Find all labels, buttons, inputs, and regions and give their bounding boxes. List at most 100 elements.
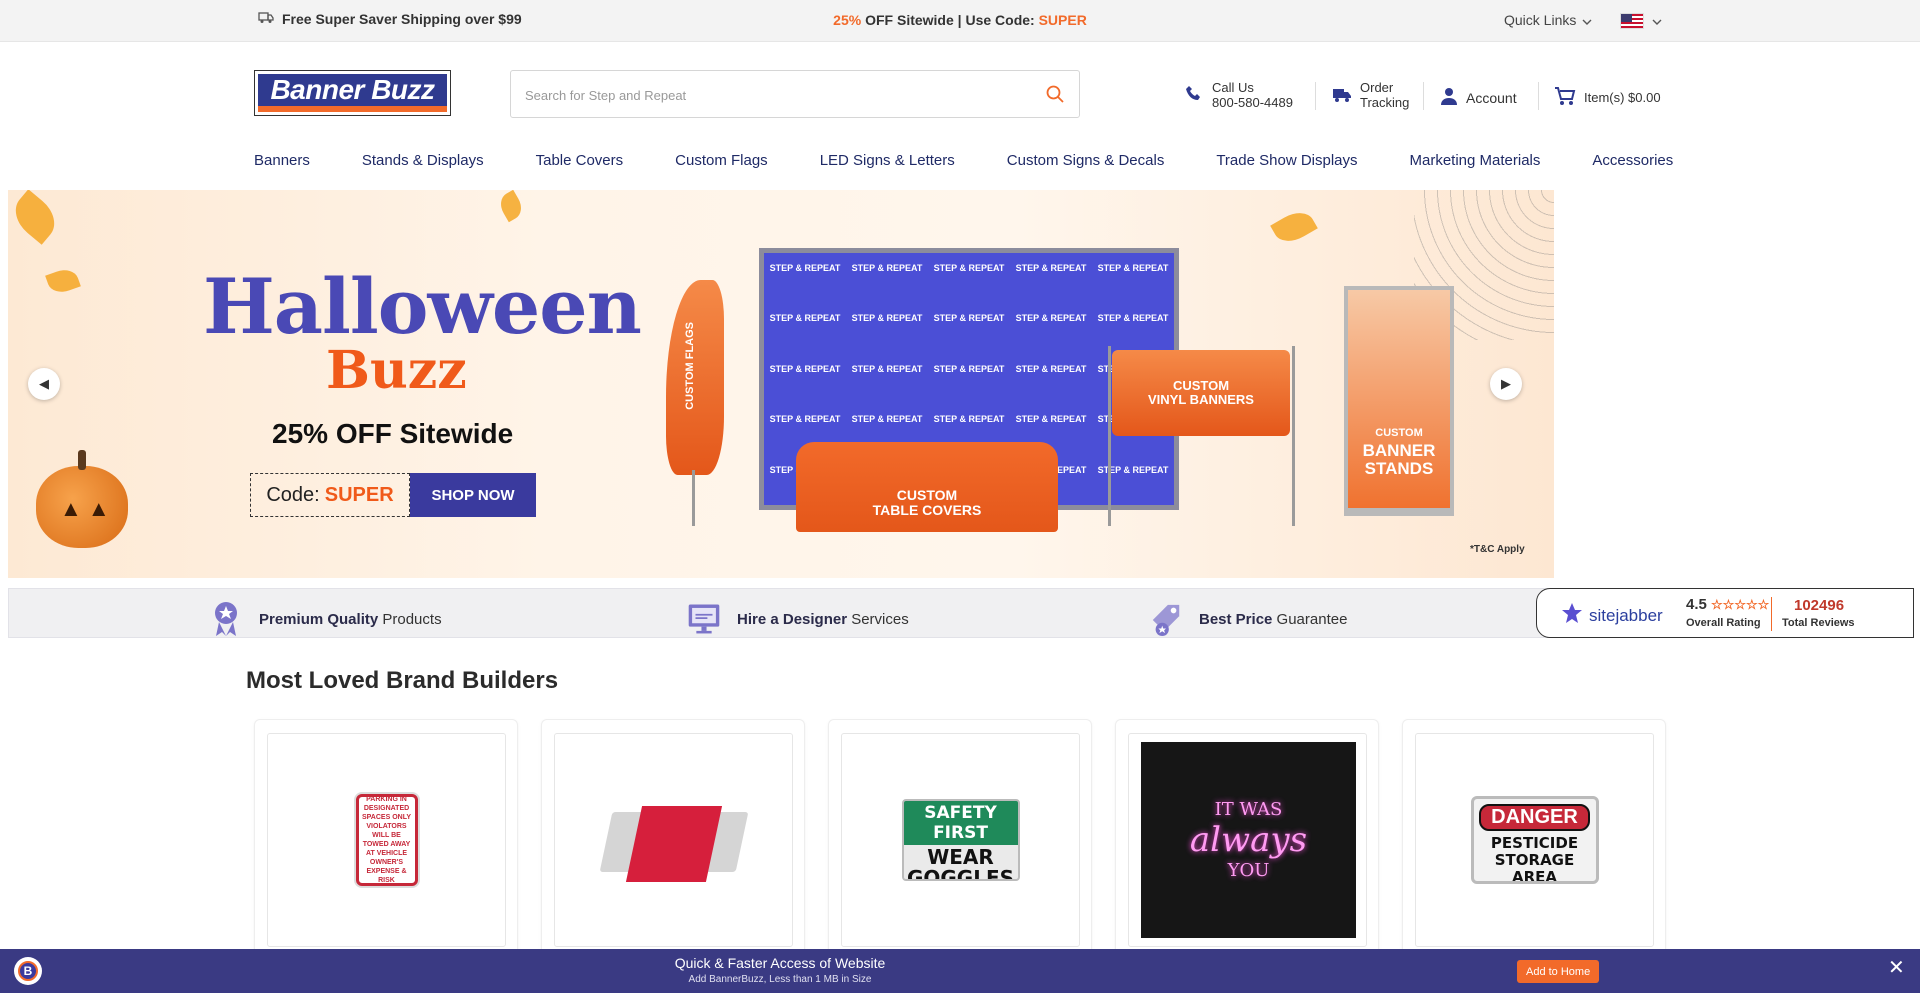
product-card[interactable]: PARKING IN DESIGNATED SPACES ONLY VIOLAT… [254,719,518,979]
chevron-down-icon [1652,12,1662,30]
product-image[interactable] [554,733,793,947]
feather-flag-text: CUSTOM FLAGS [684,322,696,410]
carousel-next-button[interactable]: ▶ [1490,368,1522,400]
feature-price-bold: Best Price [1199,610,1273,628]
feature-quality: Premium Quality Products [209,602,442,636]
backdrop-text: STEP & REPEAT [1015,363,1087,374]
leaf-decoration [8,190,64,245]
search-input[interactable] [525,84,1005,106]
feather-flag-image: CUSTOM FLAGS [666,280,724,475]
neon-line-2: always [1189,820,1308,860]
quick-links-dropdown[interactable]: Quick Links [1504,12,1592,28]
neon-line-3: YOU [1227,860,1270,881]
search-icon[interactable] [1045,84,1065,109]
stand-text-2: BANNER STANDS [1362,441,1436,478]
flag-pole [692,470,695,526]
leaf-decoration [1270,205,1318,249]
user-icon [1440,87,1458,108]
product-image[interactable]: SAFETY FIRST WEAR GOGGLES [841,733,1080,947]
quick-links-label: Quick Links [1504,12,1577,28]
hero-banner[interactable]: Halloween Buzz 25% OFF Sitewide Code: SUP… [8,190,1554,578]
caret-right-icon: ▶ [1501,376,1511,391]
pwa-subtitle: Add BannerBuzz, Less than 1 MB in Size [688,974,872,985]
product-image[interactable]: DANGER PESTICIDE STORAGE AREA [1415,733,1654,947]
order-tracking-link[interactable]: Order Tracking [1332,80,1409,110]
feature-price: Best Price Guarantee [1149,602,1347,636]
sitejabber-name: sitejabber [1589,605,1663,625]
backdrop-text: STEP & REPEAT [1097,263,1169,273]
backdrop-text: STEP & REPEAT [1015,263,1087,273]
nav-item-marketing[interactable]: Marketing Materials [1410,152,1541,169]
nav-item-trade-show[interactable]: Trade Show Displays [1216,152,1357,169]
table-text-1: CUSTOM [896,487,958,503]
banner-pole [1108,346,1111,526]
divider [1771,597,1772,631]
backdrop-text: STEP & REPEAT [851,313,923,324]
backdrop-text: STEP & REPEAT [933,263,1005,273]
stars-icon: ☆☆☆☆☆ [1711,597,1770,612]
nav-item-accessories[interactable]: Accessories [1592,152,1673,169]
terms-note: *T&C Apply [1470,544,1525,555]
site-logo[interactable]: Banner Buzz [254,70,451,116]
feature-quality-rest: Products [378,610,442,628]
hero-subtitle: Buzz [326,340,467,401]
product-card[interactable]: DANGER PESTICIDE STORAGE AREA [1402,719,1666,979]
product-card[interactable] [541,719,805,979]
nav-item-stands-displays[interactable]: Stands & Displays [362,152,484,169]
add-to-home-bar: B Quick & Faster Access of Website Add B… [0,949,1920,993]
banner-stand-image: CUSTOM BANNER STANDS [1344,286,1454,516]
sitejabber-widget[interactable]: sitejabber 4.5 ☆☆☆☆☆ Overall Rating 1024… [1536,588,1914,638]
caret-left-icon: ◀ [39,376,49,391]
nav-item-led-signs[interactable]: LED Signs & Letters [820,152,955,169]
nav-item-custom-flags[interactable]: Custom Flags [675,152,768,169]
carousel-prev-button[interactable]: ◀ [28,368,60,400]
call-us-link[interactable]: Call Us 800-580-4489 [1184,80,1293,110]
backdrop-text: STEP & REPEAT [933,363,1005,374]
order-label: Order [1360,80,1394,95]
account-label: Account [1466,89,1517,106]
banner-text-1: CUSTOM [1172,378,1230,393]
overall-rating-label: Overall Rating [1686,617,1761,629]
nav-item-banners[interactable]: Banners [254,152,310,169]
monitor-icon [687,602,721,636]
product-image[interactable]: IT WAS always YOU [1128,733,1367,947]
product-card[interactable]: SAFETY FIRST WEAR GOGGLES [828,719,1092,979]
country-selector[interactable] [1620,12,1662,30]
top-bar: Free Super Saver Shipping over $99 25% O… [0,0,1920,42]
promo-percent: 25% [833,12,862,28]
divider [1538,82,1539,110]
neon-line-1: IT WAS [1214,799,1283,820]
table-runner-image [594,794,754,886]
features-strip: Premium Quality Products Hire a Designer… [8,588,1914,638]
backdrop-text: STEP & REPEAT [933,313,1005,324]
banner-pole [1292,346,1295,526]
feature-designer-rest: Services [847,610,909,628]
truck-icon [1332,85,1352,106]
vinyl-banner-image: CUSTOM VINYL BANNERS [1112,350,1290,436]
product-image[interactable]: PARKING IN DESIGNATED SPACES ONLY VIOLAT… [267,733,506,947]
code-label: Code: [266,483,320,506]
add-to-home-button[interactable]: Add to Home [1517,960,1600,983]
danger-sign-top: DANGER [1479,804,1590,831]
shop-now-button[interactable]: SHOP NOW [410,473,536,517]
ribbon-icon [209,602,243,636]
price-tag-icon [1149,602,1183,636]
nav-item-custom-signs[interactable]: Custom Signs & Decals [1007,152,1165,169]
backdrop-text: STEP & REPEAT [769,363,841,374]
main-nav: Banners Stands & Displays Table Covers C… [254,152,1673,169]
safety-sign-bottom: WEAR GOGGLES [906,845,1015,881]
search-bar [510,70,1080,118]
pumpkin-image: ▲ ▲ [36,450,128,548]
pwa-title: Quick & Faster Access of Website [674,955,886,971]
cart-link[interactable]: Item(s) $0.00 [1554,86,1661,109]
account-link[interactable]: Account [1440,87,1517,108]
logo-text: Banner Buzz [270,74,435,105]
divider [1315,82,1316,110]
product-card[interactable]: IT WAS always YOU [1115,719,1379,979]
close-icon[interactable]: ✕ [1888,958,1905,978]
table-text-2: TABLE COVERS [872,502,982,518]
feature-quality-bold: Premium Quality [259,610,379,628]
safety-sign-image: SAFETY FIRST WEAR GOGGLES [901,799,1020,881]
leaf-decoration [45,265,81,297]
nav-item-table-covers[interactable]: Table Covers [536,152,624,169]
